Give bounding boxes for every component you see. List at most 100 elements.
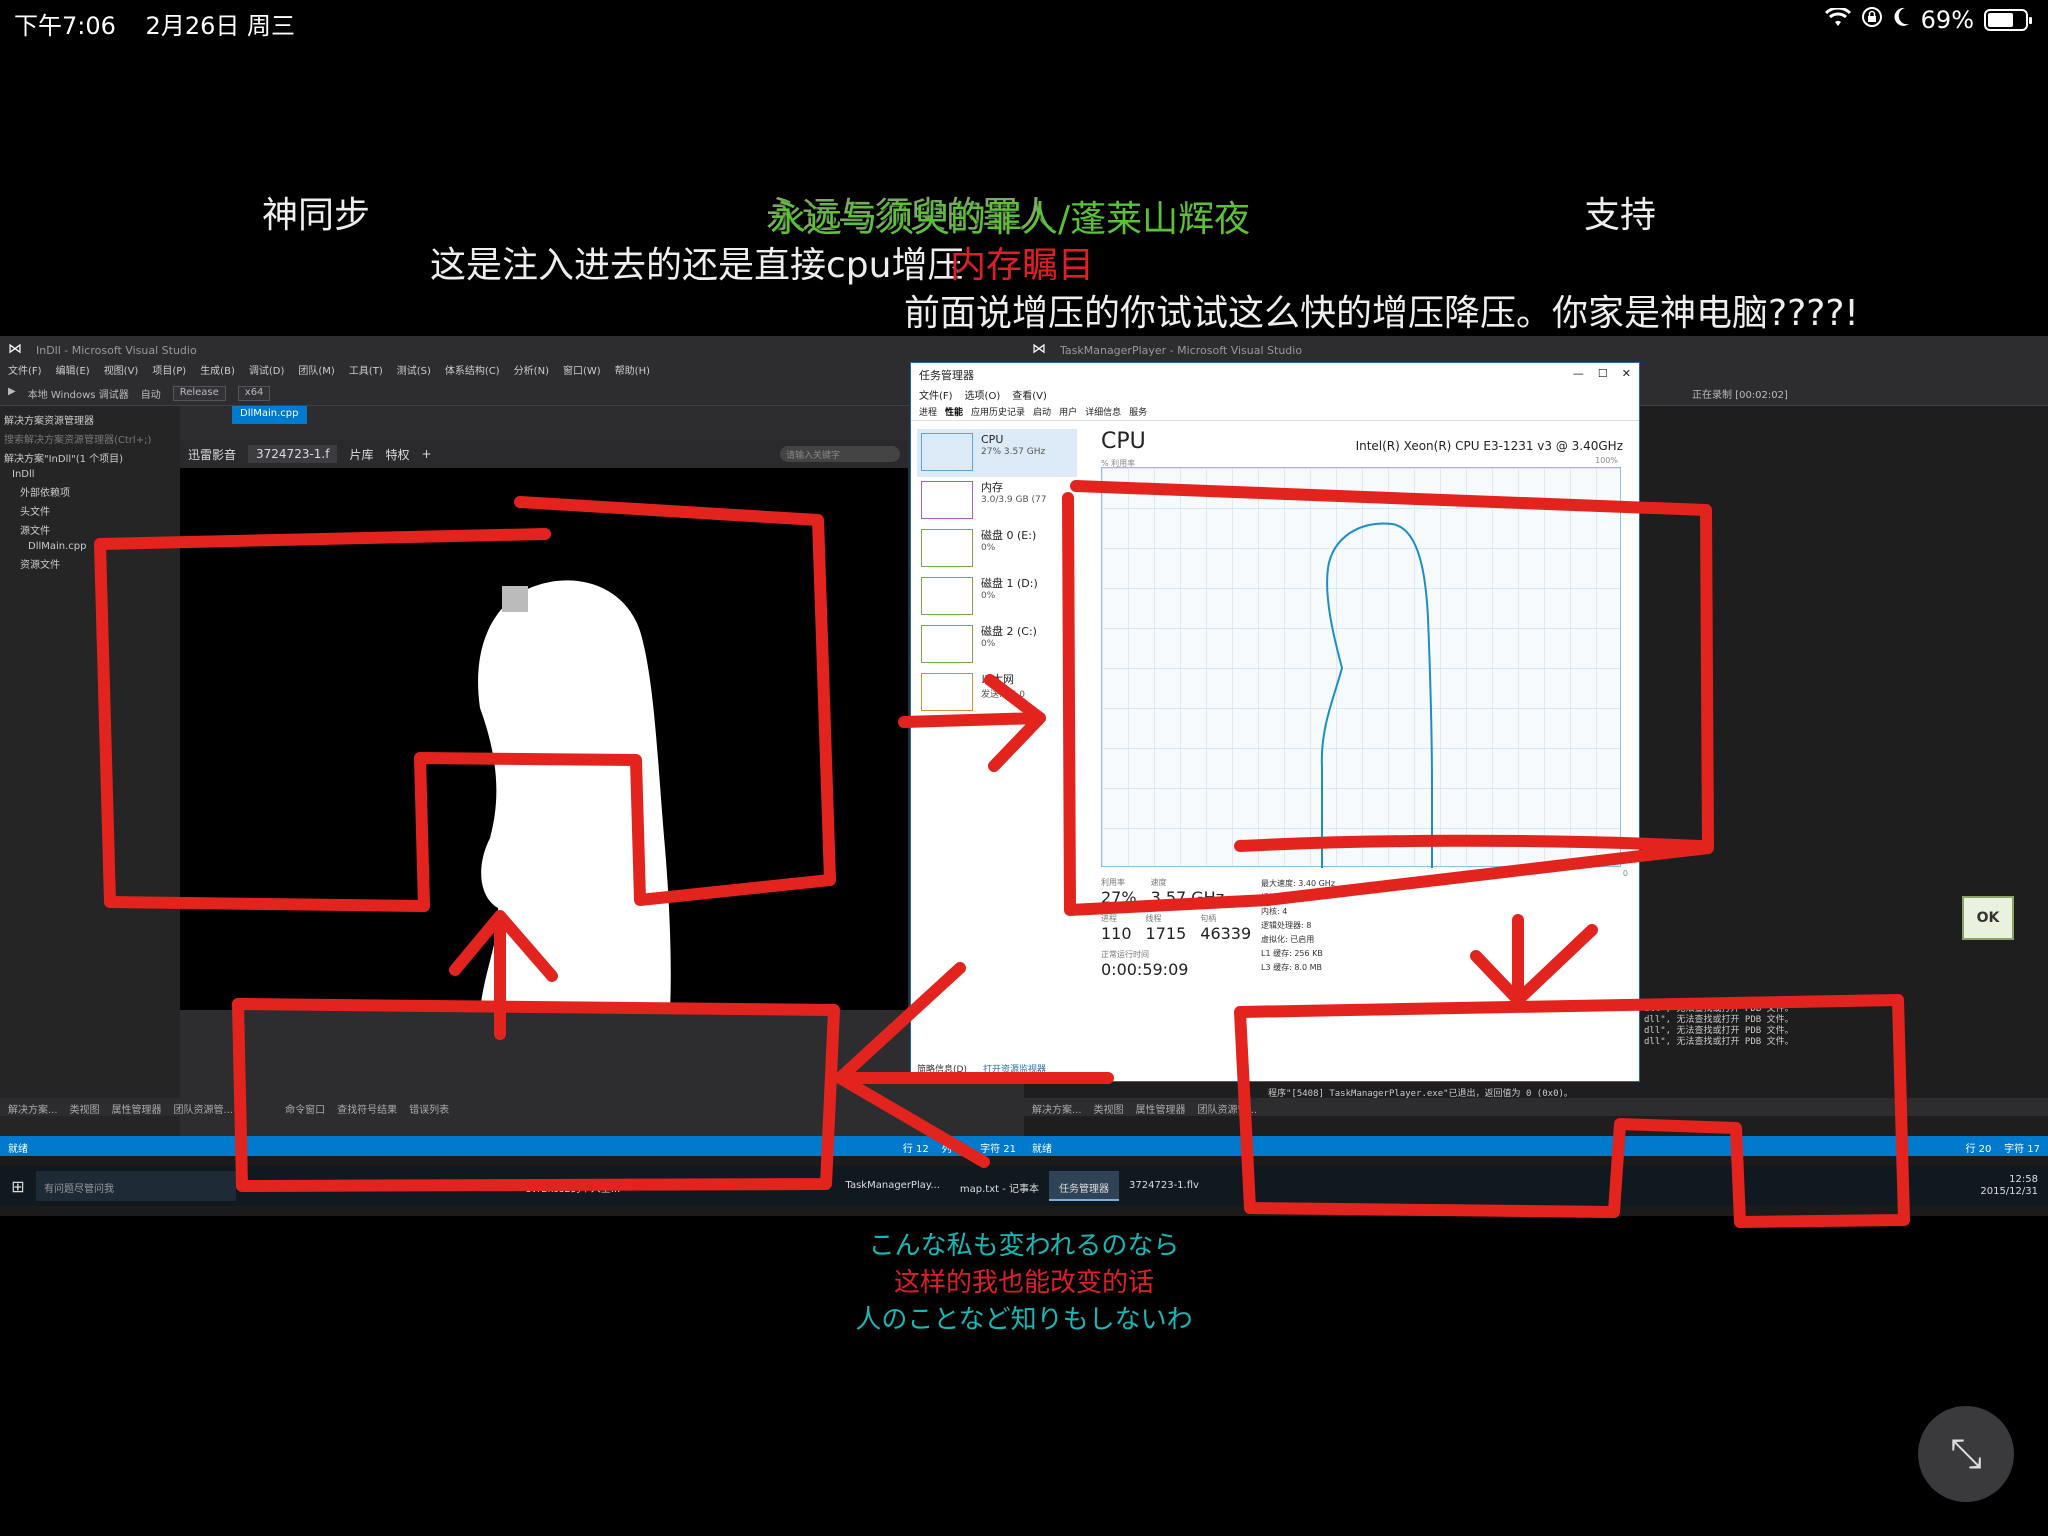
player-tab[interactable]: 片库 (349, 446, 373, 463)
lock-rotation-icon (1861, 6, 1883, 34)
taskbar-app[interactable]: InDll - Microsoft ... (725, 1171, 836, 1201)
ok-button[interactable]: OK (1962, 896, 2014, 940)
tm-resource-memory[interactable]: 内存 3.0/3.9 GB (77 (917, 477, 1077, 525)
bottom-tab[interactable]: 团队资源管... (1198, 1101, 1258, 1116)
tm-cpu-name: Intel(R) Xeon(R) CPU E3-1231 v3 @ 3.40GH… (1355, 439, 1623, 453)
tab-services[interactable]: 服务 (1129, 405, 1147, 418)
tm-spec-val: 8.0 MB (1294, 963, 1322, 972)
tab-details[interactable]: 详细信息 (1085, 405, 1121, 418)
tab-performance[interactable]: 性能 (945, 405, 963, 418)
tm-thumb (921, 481, 973, 519)
menu-item[interactable]: 测试(S) (397, 362, 431, 382)
menu-item[interactable]: 生成(B) (200, 362, 235, 382)
player-search-input[interactable]: 请输入关键字 (780, 446, 900, 462)
menu-item[interactable]: 团队(M) (298, 362, 334, 382)
bottom-tab[interactable]: 属性管理器 (112, 1101, 162, 1116)
tab-startup[interactable]: 启动 (1033, 405, 1051, 418)
tm-graph-max: 100% (1595, 456, 1618, 465)
tree-item[interactable]: DllMain.cpp (4, 539, 176, 554)
bottom-tab[interactable]: 类视图 (1094, 1101, 1124, 1116)
menu-item[interactable]: 文件(F) (8, 362, 42, 382)
document-tab[interactable]: DllMain.cpp (232, 406, 307, 424)
menu-item[interactable]: 帮助(H) (615, 362, 650, 382)
output-line: dll", 无法查找或打开 PDB 文件。 (1644, 1026, 1794, 1036)
tm-spec-key: 插槽: (1261, 893, 1280, 902)
menu-item[interactable]: 编辑(E) (56, 362, 90, 382)
danmaku-comment: 这是注入进去的还是直接cpu增压 (430, 245, 964, 286)
menu-item[interactable]: 体系结构(C) (445, 362, 500, 382)
taskbar-app[interactable]: 3724723-1.flv (1119, 1171, 1209, 1201)
silhouette-image (180, 468, 908, 1010)
taskbar-app[interactable]: 任务管理器 (1049, 1171, 1120, 1201)
player-tab[interactable]: 特权 (385, 446, 409, 463)
menu-item[interactable]: 调试(D) (249, 362, 285, 382)
taskbar-clock[interactable]: 12:58 2015/12/31 (1980, 1174, 2048, 1198)
menu-item[interactable]: 窗口(W) (563, 362, 601, 382)
taskbar-app[interactable]: TaskManagerPlay... (836, 1171, 950, 1201)
taskbar-app[interactable]: Player (630, 1171, 681, 1201)
tm-thumb (921, 433, 973, 471)
bottom-tab[interactable]: 属性管理器 (1136, 1101, 1186, 1116)
subtitle-japanese-1: こんな私も変われるのなら (868, 1231, 1180, 1261)
tm-resource-cpu[interactable]: CPU 27% 3.57 GHz (917, 429, 1077, 477)
config-select[interactable]: Release (172, 386, 226, 401)
output-tab[interactable]: 命令窗口 (285, 1101, 325, 1116)
tm-resource-disk1[interactable]: 磁盘 1 (D:) 0% (917, 573, 1077, 621)
tree-item[interactable]: 头文件 (4, 501, 176, 520)
tree-item[interactable]: 源文件 (4, 520, 176, 539)
tree-item[interactable]: InDll (4, 467, 176, 482)
tm-menu-item[interactable]: 选项(O) (965, 387, 1001, 402)
close-icon[interactable]: ✕ (1622, 367, 1631, 380)
brief-info-button[interactable]: 简略信息(D) (917, 1062, 967, 1075)
menu-item[interactable]: 项目(P) (152, 362, 186, 382)
menu-item[interactable]: 分析(N) (514, 362, 549, 382)
tree-item[interactable]: 解决方案"InDll"(1 个项目) (4, 448, 176, 467)
vs-status-bar: 就绪 行 20 字符 17 (1024, 1136, 2048, 1156)
debugger-select[interactable]: 本地 Windows 调试器 (28, 386, 129, 401)
menu-item[interactable]: 视图(V) (104, 362, 139, 382)
tm-stat-label: 正常运行时间 (1101, 950, 1149, 959)
add-tab-icon[interactable]: + (422, 447, 432, 461)
video-frame[interactable]: ⋈ InDll - Microsoft Visual Studio 文件(F) … (0, 336, 2048, 1216)
tree-item[interactable]: 资源文件 (4, 554, 176, 573)
output-tab[interactable]: 查找符号结果 (337, 1101, 397, 1116)
tab-processes[interactable]: 进程 (919, 405, 937, 418)
tm-label: 以太网 (981, 673, 1014, 686)
windows-start-icon[interactable]: ⊞ (0, 1177, 36, 1196)
minimize-fullscreen-icon[interactable]: ⤡ (1918, 1406, 2014, 1502)
menu-item[interactable]: 工具(T) (349, 362, 383, 382)
maximize-icon[interactable]: ☐ (1598, 367, 1608, 380)
tm-resource-disk0[interactable]: 磁盘 0 (E:) 0% (917, 525, 1077, 573)
tm-title: 任务管理器 (919, 369, 974, 382)
cortana-search-input[interactable]: 有问题尽管问我 (36, 1171, 236, 1201)
output-tab[interactable]: 错误列表 (409, 1101, 449, 1116)
solution-search[interactable]: 搜索解决方案资源管理器(Ctrl+;) (4, 429, 176, 448)
taskbar-app[interactable]: svr2kos2的个人空... (516, 1171, 630, 1201)
platform-select[interactable]: x64 (237, 386, 271, 401)
resource-monitor-link[interactable]: 打开资源监视器 (983, 1062, 1046, 1075)
tm-resource-ethernet[interactable]: 以太网 发送: 16.0 (917, 669, 1077, 717)
tree-item[interactable]: 外部依赖项 (4, 482, 176, 501)
minimize-icon[interactable]: — (1573, 367, 1584, 380)
danmaku-comment: 神同步 (262, 195, 371, 236)
play-icon[interactable]: ▶ (8, 386, 16, 401)
tab-app-history[interactable]: 应用历史记录 (971, 405, 1025, 418)
auto-select[interactable]: 自动 (141, 386, 161, 401)
player-file-tab[interactable]: 3724723-1.f (248, 445, 338, 463)
taskbar-app[interactable]: map.txt - 记事本 (950, 1171, 1049, 1201)
status-left: 下午7:06 2月26日 周三 (14, 6, 317, 41)
tm-resource-disk2[interactable]: 磁盘 2 (C:) 0% (917, 621, 1077, 669)
solution-header: 解决方案资源管理器 (4, 416, 94, 427)
player-brand[interactable]: 迅雷影音 (188, 446, 236, 463)
tm-stat-value: 110 (1101, 924, 1132, 943)
tm-spec-row: 逻辑处理器: 8 (1261, 919, 1335, 933)
tm-menu-item[interactable]: 文件(F) (919, 387, 953, 402)
tab-users[interactable]: 用户 (1059, 405, 1077, 418)
bottom-tab[interactable]: 解决方案... (1032, 1101, 1082, 1116)
bottom-tab[interactable]: 解决方案... (8, 1101, 58, 1116)
bottom-tab[interactable]: 类视图 (70, 1101, 100, 1116)
bottom-tab[interactable]: 团队资源管... (174, 1101, 234, 1116)
tm-menu-item[interactable]: 查看(V) (1012, 387, 1047, 402)
taskbar-app[interactable]: Capt (681, 1171, 724, 1201)
tm-stat-value: 0:00:59:09 (1101, 960, 1189, 979)
